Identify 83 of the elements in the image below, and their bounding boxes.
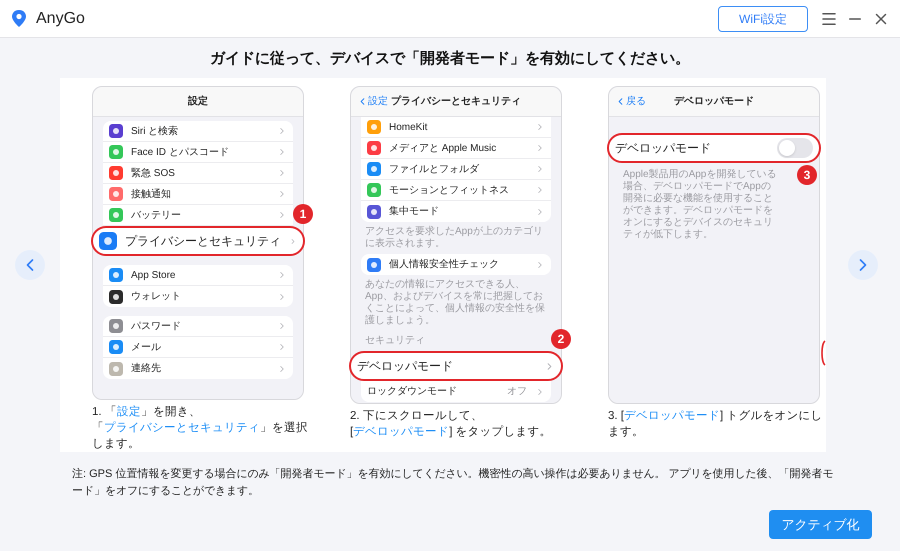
back-link[interactable]: 設定 [357,94,388,109]
app-icon [99,232,117,250]
setting-label: 個人情報安全性チェック [389,258,500,272]
app-icon [367,141,381,155]
setting-row[interactable]: 接触通知 [103,184,293,205]
app-icon [109,187,123,201]
app-icon [367,183,381,197]
app-icon [109,362,123,376]
note-text: 注: GPS 位置情報を変更する場合にのみ「開発者モード」を有効にしてください。機密性の高い操作は必要ありません。 アプリを使用した後、「開発者モード」をオフにすることができます。 [71,466,834,499]
app-icon [109,340,123,354]
setting-label: プライバシーとセキュリティ [125,233,281,250]
setting-row[interactable]: メール [103,337,293,358]
setting-label: 集中モード [389,204,440,219]
setting-label: メール [131,340,162,354]
setting-label: デベロッパモード [615,140,712,157]
step-number-badge: 3 [797,165,817,185]
caption-link[interactable]: デベロッパモード [353,426,450,438]
step-number-badge: 1 [293,204,313,224]
app-icon [367,120,381,134]
toggle-switch[interactable] [777,138,813,158]
setting-row[interactable]: 緊急 SOS [103,163,293,184]
setting-label: App Store [131,268,176,282]
screen-title: プライバシーとセキュリティ [391,94,521,109]
highlighted-setting-row[interactable]: デベロッパモード [349,351,563,381]
setting-row[interactable]: パスワード [103,316,293,337]
step-caption: 1. 「設定」を開き、「プライバシーとセキュリティ」を選択します。 [92,404,309,452]
setting-row[interactable]: HomeKit [361,117,551,138]
setting-row[interactable]: 集中モード [361,201,551,222]
app-icon [109,319,123,333]
setting-label: ウォレット [131,290,182,304]
highlighted-setting-row[interactable]: デベロッパモード [607,133,821,163]
setting-row[interactable]: モーションとフィットネス [361,180,551,201]
page-heading: ガイドに従って、デバイスで「開発者モード」を有効にしてください。 [209,49,691,69]
step-number-badge: 2 [551,329,571,349]
app-icon [367,162,381,176]
setting-label: モーションとフィットネス [389,184,510,198]
back-link[interactable]: 戻る [615,94,646,109]
wifi-settings-button[interactable]: WiFi設定 [718,6,808,32]
section-footer-text: アクセスを要求したAppが上のカテゴリに表示されます。 [364,226,544,250]
setting-label: 緊急 SOS [131,166,176,180]
setting-row[interactable]: Face ID とパスコード [103,142,293,163]
section-header-text: セキュリティ [364,335,426,347]
setting-label: ファイルとフォルダ [389,162,480,176]
map-pin-icon [10,8,28,28]
app-icon [109,268,123,282]
setting-label: HomeKit [389,120,428,134]
setting-label: Siri と検索 [131,124,180,138]
setting-label: パスワード [131,320,182,334]
previous-arrow-button[interactable] [15,250,45,280]
setting-value: オフ [507,385,527,399]
next-arrow-button[interactable] [848,250,878,280]
setting-row[interactable]: ロックダウンモード オフ [361,381,551,402]
app-icon [367,258,381,272]
setting-label: バッテリー [131,208,182,222]
setting-row[interactable]: 個人情報安全性チェック [361,254,551,275]
app-title: AnyGo [36,8,86,28]
app-icon [109,166,123,180]
section-footer-text: Apple製品用のAppを開発している場合、デベロッパモードでAppの開発に必要な機能を使用することができます。デベロッパモードをオンにするとデバイスのセキュリティが低下します。 [622,169,778,241]
setting-row[interactable]: 連絡先 [103,358,293,379]
screen-title: デベロッパモード [674,95,754,109]
app-icon [109,290,123,304]
setting-row[interactable]: ウォレット [103,286,293,307]
app-icon [109,145,123,159]
setting-label: デベロッパモード [357,358,454,375]
step-caption: 2. 下にスクロールして、[デベロッパモード] をタップします。 [350,409,553,440]
setting-label: 接触通知 [131,188,172,202]
setting-row[interactable]: ファイルとフォルダ [361,159,551,180]
app-icon [109,208,123,222]
app-icon [367,204,381,218]
app-icon [109,124,123,138]
setting-row[interactable]: メディアと Apple Music [361,138,551,159]
setting-row[interactable]: Siri と検索 [103,121,293,142]
setting-label: 連絡先 [131,362,162,376]
highlighted-setting-row[interactable]: プライバシーとセキュリティ [91,226,305,256]
caption-link[interactable]: デベロッパモード [624,410,720,422]
step-caption: 3. [デベロッパモード] トグルをオンにします。 [608,409,824,440]
setting-label: Face ID とパスコード [131,146,230,160]
setting-label: ロックダウンモード [367,385,458,399]
setting-label: メディアと Apple Music [389,142,498,156]
section-footer-text: あなたの情報にアクセスできる人、App、およびデバイスを常に把握しておくことによって、個人情報の安全性を保護しましょう。 [364,279,546,327]
setting-row[interactable]: App Store [103,265,293,286]
highlight-outline [820,340,826,366]
screen-title: 設定 [188,94,208,109]
